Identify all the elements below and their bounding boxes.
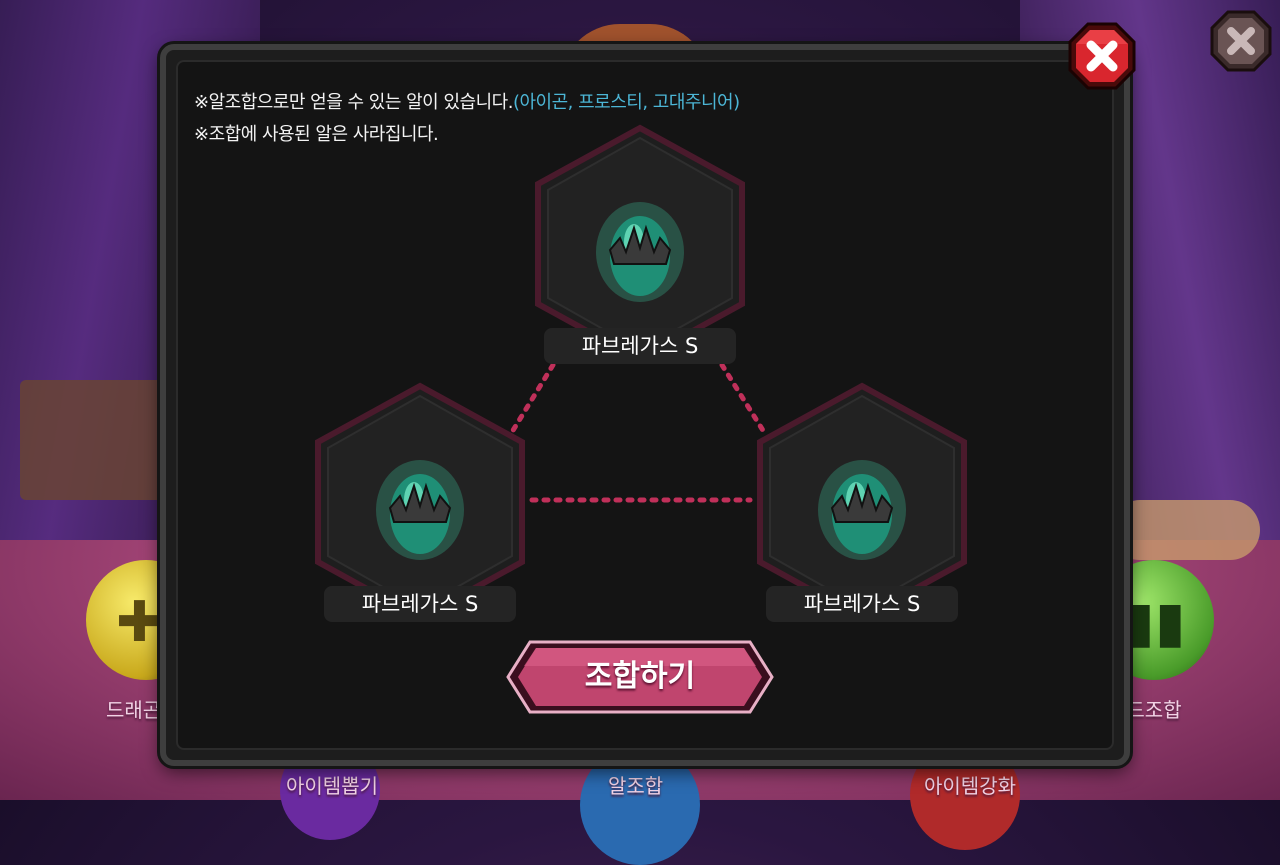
combine-button-label: 조합하기: [584, 659, 696, 694]
dragon-egg-icon: [596, 202, 684, 302]
dialog-close-button[interactable]: [1068, 22, 1136, 90]
egg-slot-top[interactable]: 파브레가스 S: [530, 124, 750, 364]
close-x-icon: [1068, 22, 1136, 90]
dragon-egg-icon: [376, 460, 464, 560]
slot-right-egg-name: 파브레가스 S: [766, 586, 958, 622]
slot-top-egg-name: 파브레가스 S: [544, 328, 736, 364]
slot-left-egg-name: 파브레가스 S: [324, 586, 516, 622]
egg-slot-right[interactable]: 파브레가스 S: [752, 382, 972, 622]
combine-button[interactable]: 조합하기: [506, 640, 774, 714]
egg-slot-left[interactable]: 파브레가스 S: [310, 382, 530, 622]
dragon-egg-icon: [818, 460, 906, 560]
